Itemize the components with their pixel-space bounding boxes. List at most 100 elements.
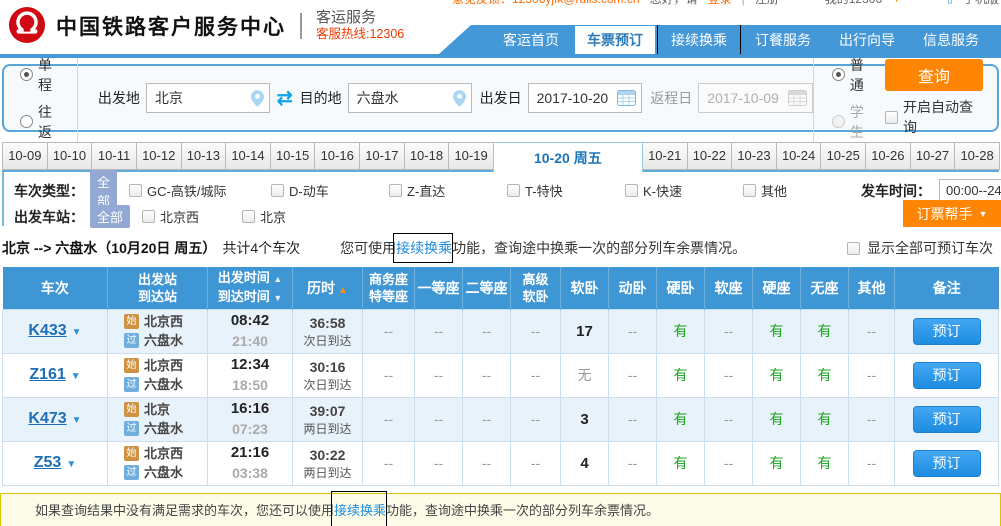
booking-helper-button[interactable]: 订票帮手 ▼	[903, 200, 1001, 227]
checkbox-icon[interactable]	[242, 210, 255, 223]
filter-checkbox[interactable]: T-特快	[507, 181, 625, 200]
login-link[interactable]: 登录	[708, 0, 732, 7]
calendar-icon[interactable]	[617, 90, 636, 106]
date-tab[interactable]: 10-24	[776, 142, 822, 170]
show-all-checkbox[interactable]: 显示全部可预订车次	[847, 238, 999, 258]
date-tab[interactable]: 10-26	[865, 142, 911, 170]
swap-stations-icon[interactable]: ⇄	[277, 87, 293, 110]
filter-checkbox[interactable]: D-动车	[271, 181, 389, 200]
chevron-down-icon[interactable]: ▼	[892, 0, 901, 4]
filter-checkbox[interactable]: 其他	[743, 181, 861, 200]
col-times[interactable]: 出发时间 ▲ 到达时间 ▼	[208, 267, 293, 309]
from-station-input[interactable]: 北京	[146, 83, 270, 113]
checkbox-icon[interactable]	[625, 184, 638, 197]
to-station-input[interactable]: 六盘水	[348, 83, 472, 113]
checkbox-icon[interactable]	[129, 184, 142, 197]
checkbox-icon[interactable]	[389, 184, 402, 197]
seat-emu-sleeper: --	[609, 397, 657, 441]
china-railway-logo-icon[interactable]	[8, 6, 46, 44]
date-tab-active[interactable]: 10-20 周五	[493, 142, 643, 172]
table-row: Z53▼ 始北京西 过六盘水 21:16 03:38 30:22 两日到达 --…	[3, 441, 999, 485]
nav-home[interactable]: 客运首页	[491, 26, 571, 54]
return-date-value: 2017-10-09	[707, 90, 779, 106]
seat-hard-sleeper: 有	[657, 397, 705, 441]
date-tab[interactable]: 10-21	[642, 142, 688, 170]
book-button[interactable]: 预订	[913, 406, 981, 433]
col-duration[interactable]: 历时▲	[293, 267, 363, 309]
top-utility-bar: 意见反馈：12306yjfk@rails.com.cn 您好，请 登录 | 注册…	[0, 0, 1001, 8]
duration-cell: 36:58 次日到达	[293, 309, 363, 353]
nav-ticket-booking[interactable]: 车票预订	[575, 26, 655, 54]
date-tab[interactable]: 10-14	[225, 142, 271, 170]
train-number-link[interactable]: K473	[28, 410, 66, 427]
filter-checkbox[interactable]: K-快速	[625, 181, 743, 200]
nav-travel-guide[interactable]: 出行向导	[827, 26, 907, 54]
filter-checkbox[interactable]: 北京	[242, 207, 342, 226]
nav-transfer[interactable]: 接续换乘	[659, 26, 739, 54]
date-tab[interactable]: 10-19	[448, 142, 494, 170]
my-12306-menu[interactable]: 我的12306	[825, 0, 882, 7]
book-button[interactable]: 预订	[913, 318, 981, 345]
train-number-link[interactable]: K433	[28, 322, 66, 339]
round-trip-radio[interactable]: 往返	[20, 102, 63, 142]
checkbox-icon[interactable]	[271, 184, 284, 197]
times-cell: 12:34 18:50	[208, 353, 293, 397]
duration: 30:22	[293, 445, 362, 465]
query-button[interactable]: 查询	[885, 59, 983, 91]
date-tab[interactable]: 10-17	[359, 142, 405, 170]
mobile-link[interactable]: 手机版	[963, 0, 999, 7]
depart-date-input[interactable]: 2017-10-20	[528, 83, 643, 113]
depart-time-select[interactable]: 00:00--24:00 ▼	[939, 179, 1001, 203]
feedback-email[interactable]: 意见反馈：12306yjfk@rails.com.cn	[452, 0, 640, 7]
date-tab[interactable]: 10-13	[181, 142, 227, 170]
filter-checkbox[interactable]: GC-高铁/城际	[129, 181, 271, 200]
expand-caret-icon[interactable]: ▼	[71, 371, 81, 382]
filter-checkbox[interactable]: Z-直达	[389, 181, 507, 200]
date-tab[interactable]: 10-18	[404, 142, 450, 170]
result-summary: 北京 --> 六盘水（10月20日 周五） 共计4个车次 您可使用接续换乘功能，…	[2, 236, 999, 260]
date-tab[interactable]: 10-11	[91, 142, 137, 170]
register-link[interactable]: 注册	[755, 0, 779, 7]
transfer-link[interactable]: 接续换乘	[396, 240, 452, 256]
radio-icon[interactable]	[20, 115, 33, 128]
date-tab[interactable]: 10-28	[954, 142, 1000, 170]
checkbox-icon[interactable]	[847, 242, 860, 255]
nav-meal-service[interactable]: 订餐服务	[743, 26, 823, 54]
date-tab[interactable]: 10-23	[731, 142, 777, 170]
radio-selected-icon[interactable]	[832, 68, 845, 81]
one-way-radio[interactable]: 单程	[20, 55, 63, 95]
date-tab[interactable]: 10-16	[314, 142, 360, 170]
chevron-down-icon: ▼	[979, 209, 988, 219]
seat-other: --	[849, 441, 895, 485]
date-tab[interactable]: 10-10	[47, 142, 93, 170]
arrive-time: 03:38	[208, 463, 292, 483]
date-tab[interactable]: 10-09	[2, 142, 48, 170]
checkbox-icon[interactable]	[142, 210, 155, 223]
checkbox-icon[interactable]	[743, 184, 756, 197]
normal-ticket-radio[interactable]: 普通	[832, 55, 869, 95]
checkbox-icon[interactable]	[885, 111, 898, 124]
radio-selected-icon[interactable]	[20, 68, 33, 81]
nav-info-service[interactable]: 信息服务	[911, 26, 991, 54]
all-stations-badge[interactable]: 全部	[90, 205, 130, 228]
expand-caret-icon[interactable]: ▼	[72, 415, 82, 426]
stations-cell: 始北京 过六盘水	[108, 397, 208, 441]
to-station: 六盘水	[144, 419, 183, 438]
date-tab[interactable]: 10-12	[136, 142, 182, 170]
date-tab[interactable]: 10-25	[820, 142, 866, 170]
date-tab[interactable]: 10-22	[687, 142, 733, 170]
train-number-link[interactable]: Z53	[34, 454, 62, 471]
auto-query-checkbox[interactable]: 开启自动查询	[885, 97, 983, 137]
expand-caret-icon[interactable]: ▼	[72, 327, 82, 338]
checkbox-icon[interactable]	[507, 184, 520, 197]
filter-checkbox[interactable]: 北京西	[142, 207, 242, 226]
date-tab[interactable]: 10-15	[270, 142, 316, 170]
expand-caret-icon[interactable]: ▼	[66, 459, 76, 470]
date-tab[interactable]: 10-27	[910, 142, 956, 170]
from-station: 北京	[144, 400, 170, 419]
book-button[interactable]: 预订	[913, 362, 981, 389]
arrive-time: 18:50	[208, 375, 292, 395]
train-number-link[interactable]: Z161	[29, 366, 65, 383]
transfer-link[interactable]: 接续换乘	[334, 500, 386, 519]
book-button[interactable]: 预订	[913, 450, 981, 477]
